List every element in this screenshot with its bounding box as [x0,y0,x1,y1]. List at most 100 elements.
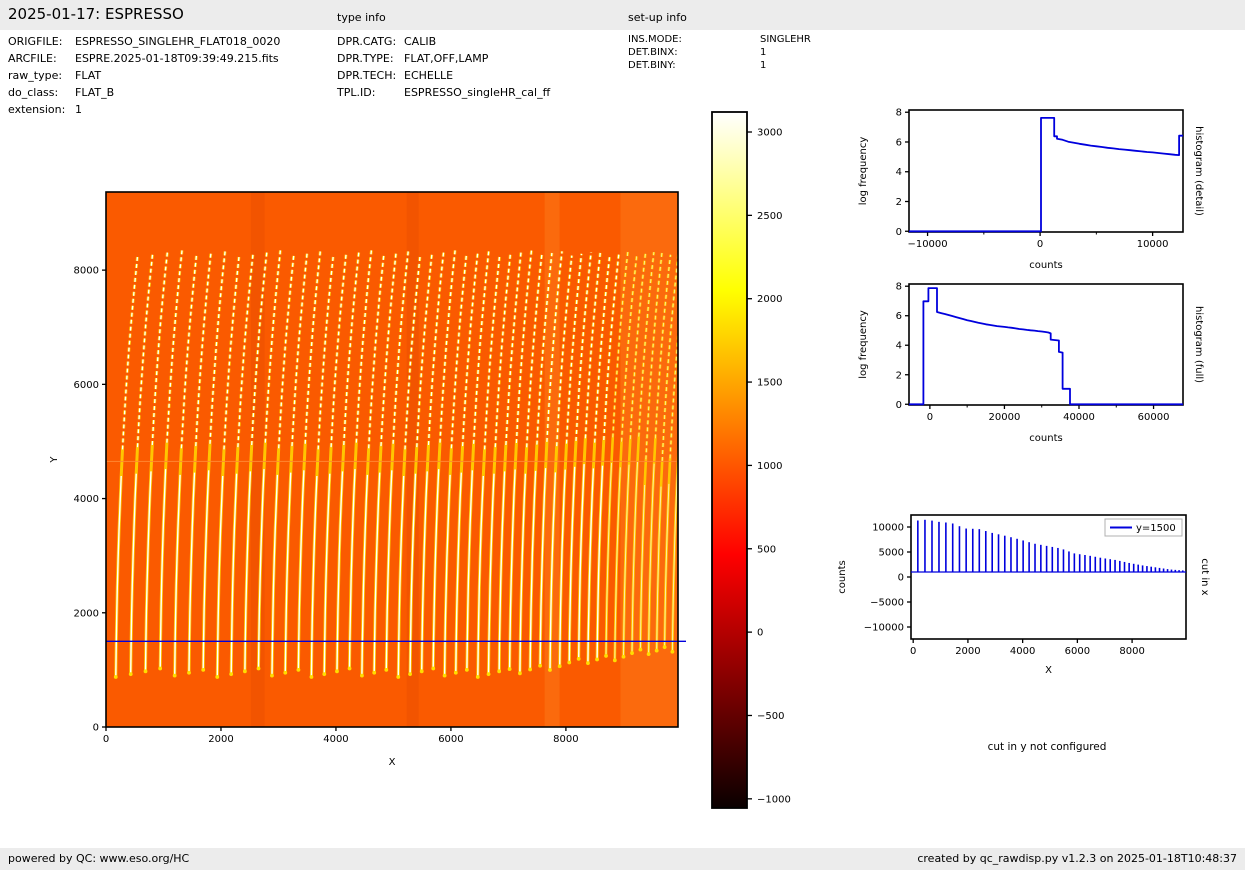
y-tick-label: 10000 [872,523,904,534]
x-tick-label: 60000 [1138,412,1170,423]
order-tip [187,670,191,675]
order-tip [646,652,651,657]
order-tip [538,663,543,668]
y-tick-label: 4 [896,341,902,352]
x-tick-label: 40000 [1063,412,1095,423]
y-tick-label: 0 [896,400,902,411]
colorbar-tick-label: 1000 [757,461,782,472]
order-tip [670,649,675,654]
y-tick-label: 6 [896,311,902,322]
axes-frame [908,109,1184,233]
order-tip [408,672,412,677]
colorbar-tick-label: −500 [757,711,784,722]
y-tick-label: 4000 [74,494,99,505]
colorbar-tick-label: 2000 [757,294,782,305]
order-tip [396,675,401,679]
x-axis-label: counts [1029,433,1062,444]
x-axis-label: X [389,757,396,768]
y-tick-label: 8 [896,282,902,293]
order-tip [453,670,458,675]
y-tick-label: 5000 [879,548,904,559]
order-tip [486,672,491,677]
order-tip [442,673,447,678]
order-tip [215,675,220,679]
order-tip [256,666,261,671]
x-tick-label: 20000 [989,412,1021,423]
order-tip [595,657,599,662]
x-tick-label: 0 [1037,239,1043,250]
order-tip [662,645,667,650]
side-label: histogram (full) [1193,306,1204,383]
x-tick-label: 2000 [955,646,980,657]
histogram-curve [909,287,1183,406]
order-stripe-upper [679,256,694,438]
order-tip [372,670,377,675]
y-tick-label: 0 [93,723,99,734]
y-tick-label: 2 [896,197,902,208]
cut-in-x-panel: 0 2000 4000 6000 8000 10000 5000 0 −5000 −10000 Xc… [837,514,1210,676]
raw-image-panel: 0 2000 4000 6000 8000 0 2000 4000 6000 8000 X Y [49,191,694,768]
order-tip [143,669,148,674]
order-tip [654,648,659,653]
y-axis-label: Y [49,456,60,464]
order-tip [384,667,389,672]
order-tip [638,647,643,652]
order-stripe-upper-glow [679,256,694,438]
x-tick-label: 0 [910,646,916,657]
colorbar-bar [711,111,748,809]
order-tip [528,667,532,672]
colorbar-tick-label: 2500 [757,211,782,222]
order-tip [507,667,512,672]
order-tip [475,675,480,679]
footer-powered-by: powered by QC: www.eso.org/HC [8,852,190,865]
order-tip [128,672,133,677]
raw-image-pixels [106,192,694,727]
order-tip [158,666,163,671]
axes-frame [908,283,1184,406]
qc-figure-canvas: 0 2000 4000 6000 800002000400060008000XY3000… [49,108,1210,809]
y-axis-label: log frequency [858,137,869,206]
order-tip [172,673,177,678]
order-tip [586,661,590,666]
cut-in-y-note: cut in y not configured [988,741,1107,753]
histogram-curve [909,117,1183,233]
x-tick-label: −10000 [907,239,947,250]
x-tick-label: 2000 [208,734,233,745]
legend-label: y=1500 [1136,523,1176,534]
x-tick-label: 0 [927,412,933,423]
order-tip [604,654,608,658]
y-tick-label: 8000 [74,266,99,277]
x-axis-label: X [1045,665,1052,676]
y-tick-label: 2 [896,370,902,381]
order-tip [518,671,522,676]
footer-created-by: created by qc_rawdisp.py v1.2.3 on 2025-… [917,852,1237,865]
order-tip [431,666,436,671]
order-tip [419,669,424,674]
colorbar-tick-label: 1500 [757,378,782,389]
y-tick-label: 8 [896,108,902,119]
order-tip [548,668,552,672]
order-tip [347,666,352,671]
x-tick-label: 6000 [438,734,463,745]
colorbar-tick-label: 3000 [757,128,782,139]
colorbar-panel: 3000 2500 2000 1500 1000 500 0 −500 −1000 [711,111,791,809]
order-tip [270,673,274,678]
x-axis-label: counts [1029,260,1062,271]
order-tip [621,654,626,659]
x-tick-label: 6000 [1065,646,1090,657]
y-tick-label: 6000 [74,380,99,391]
order-tip [201,667,206,672]
hist-full-panel: 0 20000 40000 60000 0 2 4 6 8 counts log frequency… [858,282,1204,444]
order-tip [360,673,364,678]
order-tip [335,669,339,674]
side-label: histogram (detail) [1193,126,1204,216]
x-tick-label: 8000 [553,734,578,745]
order-tip [612,658,617,663]
y-tick-label: 2000 [74,608,99,619]
order-tip [243,669,247,674]
x-tick-label: 8000 [1119,646,1144,657]
colorbar-tick-label: 500 [757,544,776,555]
order-tip [229,672,234,677]
hist-detail-panel: −10000 0 10000 0 2 4 6 8 counts log frequency hist… [858,108,1204,271]
x-tick-label: 0 [103,734,109,745]
